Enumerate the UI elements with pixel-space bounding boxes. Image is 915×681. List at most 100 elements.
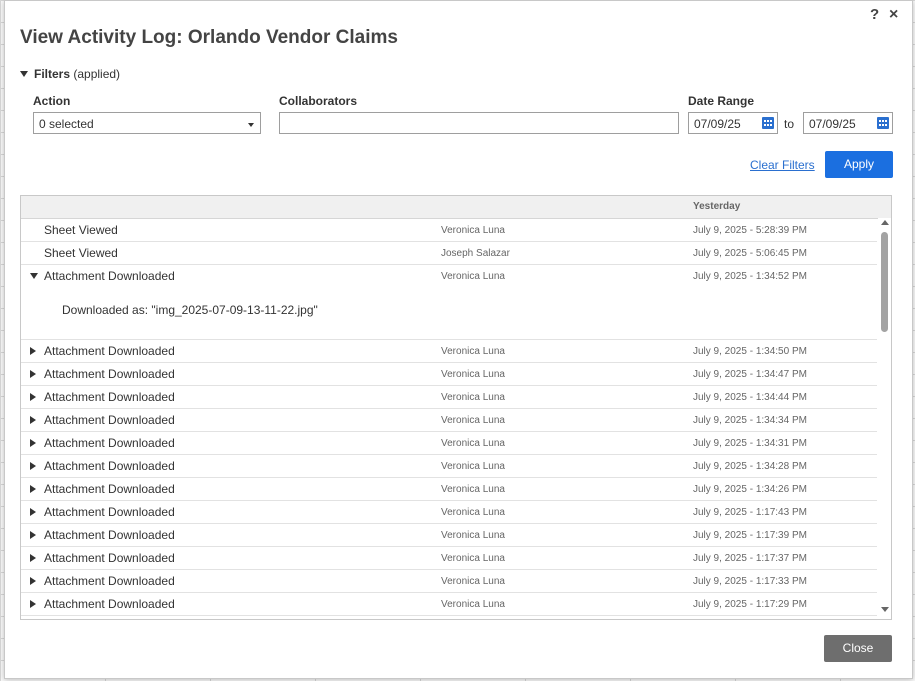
apply-button[interactable]: Apply [825, 151, 893, 178]
log-row-action: Attachment Downloaded [44, 269, 175, 283]
log-row-time: July 9, 2025 - 1:17:39 PM [693, 530, 807, 541]
date-from-value: 07/09/25 [694, 117, 741, 131]
log-row-action: Attachment Downloaded [44, 482, 175, 496]
clear-filters-link[interactable]: Clear Filters [750, 158, 815, 172]
calendar-icon[interactable] [762, 117, 774, 129]
log-row[interactable]: Attachment Downloaded Veronica Luna July 9… [21, 593, 877, 616]
date-range-label: Date Range [688, 94, 755, 108]
caret-right-icon[interactable] [30, 577, 36, 585]
log-row-user: Veronica Luna [441, 484, 505, 495]
log-row-action: Attachment Downloaded [44, 413, 175, 427]
log-row-user: Veronica Luna [441, 392, 505, 403]
action-select[interactable]: 0 selected [33, 112, 261, 134]
log-row-detail: Downloaded as: "img_2025-07-09-13-11-22.… [62, 303, 318, 317]
log-row-time: July 9, 2025 - 1:34:44 PM [693, 392, 807, 403]
log-row-user: Veronica Luna [441, 346, 505, 357]
log-row-time: July 9, 2025 - 5:28:39 PM [693, 225, 807, 236]
log-row-user: Veronica Luna [441, 576, 505, 587]
log-row-user: Joseph Salazar [441, 248, 510, 259]
caret-right-icon[interactable] [30, 554, 36, 562]
log-row-time: July 9, 2025 - 1:17:29 PM [693, 599, 807, 610]
action-label: Action [33, 94, 71, 108]
activity-log-dialog: ? × View Activity Log: Orlando Vendor Cl… [4, 0, 913, 679]
log-row[interactable]: Attachment Downloaded Veronica Luna July 9… [21, 432, 877, 455]
log-rows: Sheet Viewed Veronica Luna July 9, 2025 - … [21, 219, 891, 616]
log-row-user: Veronica Luna [441, 599, 505, 610]
date-to-value: 07/09/25 [809, 117, 856, 131]
log-row[interactable]: Attachment Downloaded Veronica Luna July 9… [21, 547, 877, 570]
log-row-time: July 9, 2025 - 1:17:37 PM [693, 553, 807, 564]
close-icon[interactable]: × [889, 6, 898, 24]
log-row-user: Veronica Luna [441, 271, 505, 282]
chevron-down-icon [248, 123, 254, 127]
date-to-separator: to [784, 117, 795, 131]
caret-right-icon[interactable] [30, 600, 36, 608]
log-row-time: July 9, 2025 - 1:34:28 PM [693, 461, 807, 472]
log-row: Sheet Viewed Veronica Luna July 9, 2025 - … [21, 219, 877, 242]
log-row[interactable]: Attachment Downloaded Veronica Luna July 9… [21, 386, 877, 409]
log-row-time: July 9, 2025 - 1:17:43 PM [693, 507, 807, 518]
collaborators-label: Collaborators [279, 94, 358, 108]
action-select-value: 0 selected [39, 117, 94, 131]
log-row-action: Attachment Downloaded [44, 528, 175, 542]
log-row-user: Veronica Luna [441, 415, 505, 426]
caret-right-icon[interactable] [30, 485, 36, 493]
caret-down-icon [20, 71, 28, 77]
log-row[interactable]: Attachment Downloaded Veronica Luna July 9… [21, 363, 877, 386]
scroll-up-icon[interactable] [881, 220, 889, 225]
caret-right-icon[interactable] [30, 370, 36, 378]
caret-right-icon[interactable] [30, 393, 36, 401]
log-group-header: Yesterday [21, 196, 891, 219]
log-row[interactable]: Attachment Downloaded Veronica Luna July 9… [21, 478, 877, 501]
log-row-action: Attachment Downloaded [44, 436, 175, 450]
collaborators-input[interactable] [279, 112, 679, 134]
activity-log-table: Yesterday Sheet Viewed Veronica Luna July … [20, 195, 892, 620]
filters-state: (applied) [73, 67, 121, 81]
log-row-time: July 9, 2025 - 1:17:33 PM [693, 576, 807, 587]
dialog-title: View Activity Log: Orlando Vendor Claims [20, 27, 398, 48]
filters-label: Filters [34, 67, 71, 81]
caret-right-icon[interactable] [30, 439, 36, 447]
scroll-down-icon[interactable] [881, 607, 889, 612]
log-row-user: Veronica Luna [441, 438, 505, 449]
log-row-time: July 9, 2025 - 1:34:34 PM [693, 415, 807, 426]
log-row[interactable]: Attachment Downloaded Veronica Luna July 9… [21, 501, 877, 524]
help-icon[interactable]: ? [870, 6, 879, 24]
scroll-thumb[interactable] [881, 232, 888, 332]
log-row-user: Veronica Luna [441, 369, 505, 380]
log-row-action: Attachment Downloaded [44, 459, 175, 473]
vertical-scrollbar[interactable] [878, 218, 891, 618]
date-to-input[interactable]: 07/09/25 [803, 112, 893, 134]
log-row-action: Attachment Downloaded [44, 597, 175, 611]
caret-down-icon[interactable] [30, 273, 38, 279]
log-row[interactable]: Attachment Downloaded Veronica Luna July 9… [21, 570, 877, 593]
log-row[interactable]: Attachment Downloaded Veronica Luna July 9… [21, 524, 877, 547]
calendar-icon[interactable] [877, 117, 889, 129]
log-row[interactable]: Attachment Downloaded Veronica Luna July 9… [21, 265, 877, 340]
date-from-input[interactable]: 07/09/25 [688, 112, 778, 134]
log-row-user: Veronica Luna [441, 507, 505, 518]
log-group-label: Yesterday [693, 201, 741, 212]
log-row-time: July 9, 2025 - 1:34:26 PM [693, 484, 807, 495]
caret-right-icon[interactable] [30, 347, 36, 355]
close-button[interactable]: Close [824, 635, 892, 662]
log-row-user: Veronica Luna [441, 461, 505, 472]
log-row-action: Attachment Downloaded [44, 574, 175, 588]
log-row-time: July 9, 2025 - 1:34:50 PM [693, 346, 807, 357]
log-row-time: July 9, 2025 - 1:34:31 PM [693, 438, 807, 449]
log-row-action: Attachment Downloaded [44, 505, 175, 519]
log-row-time: July 9, 2025 - 1:34:47 PM [693, 369, 807, 380]
log-row-action: Attachment Downloaded [44, 551, 175, 565]
log-row-action: Sheet Viewed [44, 246, 118, 260]
log-row[interactable]: Attachment Downloaded Veronica Luna July 9… [21, 455, 877, 478]
filters-toggle[interactable]: Filters (applied) [20, 67, 120, 81]
log-row: Sheet Viewed Joseph Salazar July 9, 2025 -… [21, 242, 877, 265]
caret-right-icon[interactable] [30, 531, 36, 539]
log-row-user: Veronica Luna [441, 553, 505, 564]
log-row[interactable]: Attachment Downloaded Veronica Luna July 9… [21, 340, 877, 363]
caret-right-icon[interactable] [30, 462, 36, 470]
log-row[interactable]: Attachment Downloaded Veronica Luna July 9… [21, 409, 877, 432]
caret-right-icon[interactable] [30, 508, 36, 516]
caret-right-icon[interactable] [30, 416, 36, 424]
log-row-user: Veronica Luna [441, 225, 505, 236]
